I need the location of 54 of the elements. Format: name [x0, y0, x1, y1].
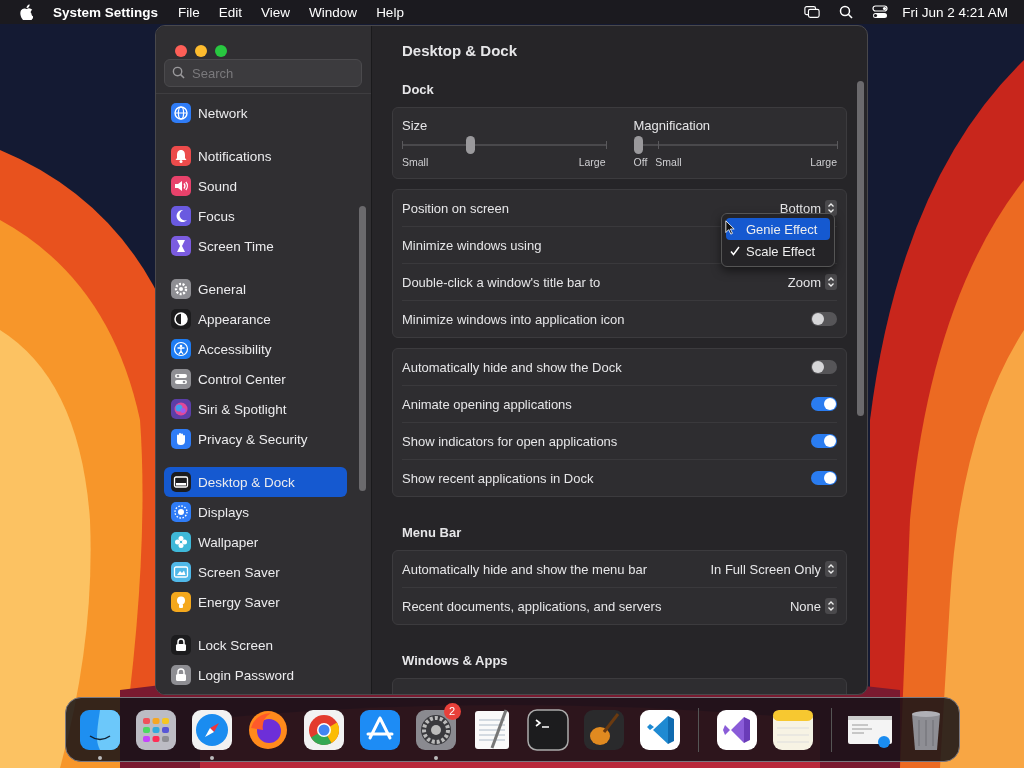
clock[interactable]: Fri Jun 2 4:21 AM	[902, 4, 1008, 20]
section-heading: Dock	[401, 81, 435, 99]
menu-item[interactable]: View	[261, 4, 291, 20]
sidebar-item[interactable]: Desktop & Dock	[164, 467, 347, 497]
popup-button[interactable]: None	[789, 598, 837, 614]
setting-label: Position on screen	[402, 200, 509, 216]
sidebar-item[interactable]: Accessibility	[164, 334, 347, 364]
sidebar-item[interactable]: Privacy & Security	[164, 424, 347, 454]
menu-item[interactable]: Edit	[218, 4, 243, 20]
setting-label: Minimize windows using	[402, 237, 542, 253]
menu-option[interactable]: Genie Effect	[726, 218, 830, 240]
sidebar-item[interactable]: Displays	[164, 497, 347, 527]
app-name-menu[interactable]: System Settings	[53, 4, 159, 20]
sidebar-item[interactable]: Login Password	[164, 660, 347, 690]
section-heading: Menu Bar	[401, 524, 463, 542]
setting-label: Recent documents, applications, and servers	[402, 598, 662, 614]
scale-label: Off	[633, 156, 648, 168]
setting-label: Automatically hide and show the Dock	[402, 359, 622, 375]
setting-label: Animate opening applications	[402, 396, 572, 412]
sidebar-item[interactable]: Energy Saver	[164, 587, 347, 617]
sidebar-item[interactable]: Notifications	[164, 141, 347, 171]
sidebar-item[interactable]: Siri & Spotlight	[164, 394, 347, 424]
section-heading: Windows & Apps	[401, 652, 509, 670]
menu-item[interactable]: Help	[376, 4, 404, 20]
search-field[interactable]: Search	[164, 59, 362, 87]
sidebar-item[interactable]: Screen Time	[164, 231, 347, 261]
setting-label: Double-click a window's title bar to	[402, 274, 601, 290]
sidebar-item[interactable]: General	[164, 274, 347, 304]
sidebar-item[interactable]: Lock Screen	[164, 630, 347, 660]
menu-item[interactable]: Window	[309, 4, 358, 20]
scale-label: Small	[655, 156, 682, 168]
sidebar-item[interactable]: Wallpaper	[164, 527, 347, 557]
slider-label: Size	[402, 118, 429, 133]
menu-option[interactable]: Scale Effect	[726, 240, 830, 262]
popup-button[interactable]: Zoom	[787, 274, 837, 290]
sidebar-item[interactable]: Appearance	[164, 304, 347, 334]
scale-label: Large	[810, 156, 837, 168]
setting-label: Show indicators for open applications	[402, 433, 618, 449]
sidebar-item[interactable]: Sound	[164, 171, 347, 201]
notification-badge: 2	[443, 702, 461, 720]
popup-button[interactable]: Bottom	[779, 200, 837, 216]
sidebar-item[interactable]: Network	[164, 98, 347, 128]
scale-label: Large	[578, 156, 606, 168]
scale-label: Small	[402, 156, 429, 168]
sidebar-item[interactable]: Screen Saver	[164, 557, 347, 587]
menu-item[interactable]: File	[178, 4, 200, 20]
setting-label: Show recent applications in Dock	[402, 470, 594, 486]
setting-label: Automatically hide and show the menu bar	[402, 561, 647, 577]
popup-button[interactable]: In Full Screen Only	[710, 561, 837, 577]
sidebar-item[interactable]: Focus	[164, 201, 347, 231]
page-title: Desktop & Dock	[401, 41, 519, 61]
setting-label: Minimize windows into application icon	[402, 311, 625, 327]
slider-label: Magnification	[633, 118, 712, 133]
sidebar-item[interactable]: Control Center	[164, 364, 347, 394]
